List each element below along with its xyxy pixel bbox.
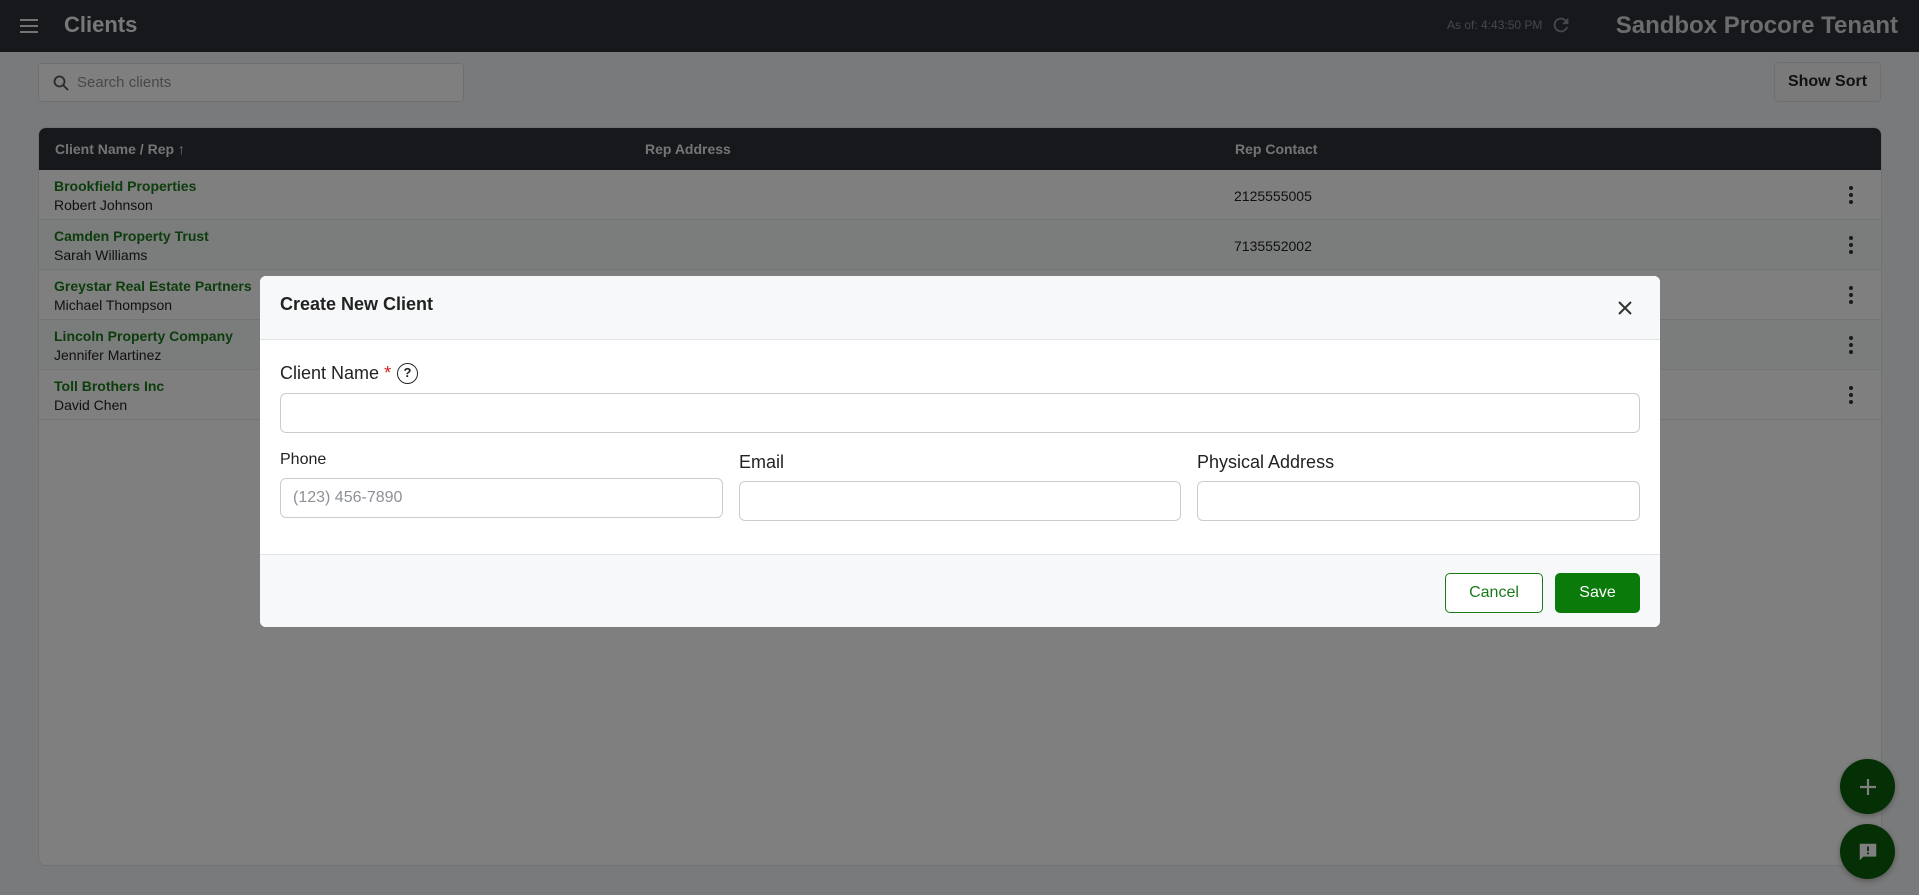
client-name-label-text: Client Name [280, 363, 380, 383]
dialog-header: Create New Client [260, 276, 1660, 340]
physical-address-input[interactable] [1197, 481, 1640, 521]
save-button[interactable]: Save [1555, 573, 1640, 613]
email-label: Email [739, 452, 785, 472]
create-client-dialog: Create New Client Client Name * ? Phone … [260, 276, 1660, 627]
help-icon[interactable]: ? [397, 363, 418, 384]
cancel-button[interactable]: Cancel [1445, 573, 1543, 613]
dialog-footer: Cancel Save [260, 554, 1660, 627]
client-name-input[interactable] [280, 393, 1640, 433]
dialog-title: Create New Client [280, 294, 434, 314]
close-icon[interactable] [1615, 298, 1635, 318]
required-marker: * [384, 363, 392, 383]
email-input[interactable] [739, 481, 1181, 521]
phone-input[interactable] [280, 478, 723, 518]
phone-label: Phone [280, 451, 327, 468]
client-name-label: Client Name * [280, 363, 391, 384]
physical-address-label: Physical Address [1197, 452, 1335, 472]
